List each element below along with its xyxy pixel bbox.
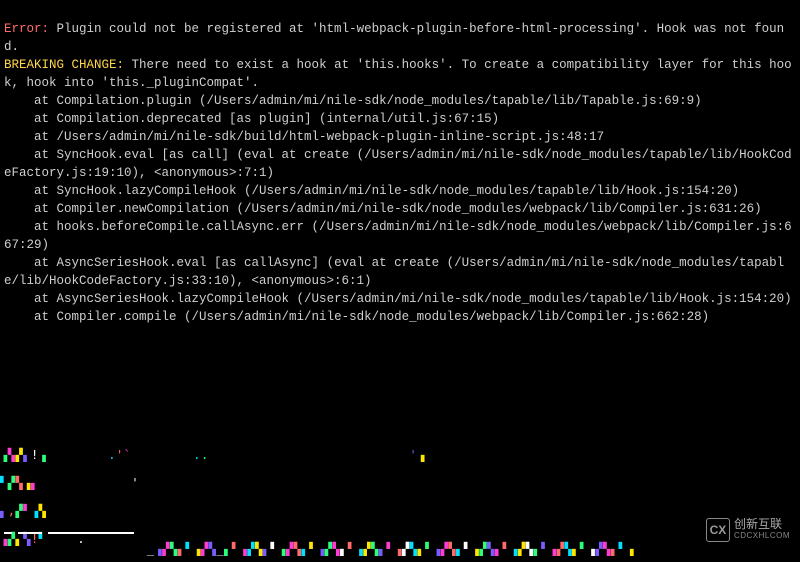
watermark-brand: 创新互联: [734, 518, 790, 530]
error-message: Plugin could not be registered at 'html-…: [4, 22, 784, 54]
compression-artifact-region: ▗▚▞▖!▗.........'`.......................…: [0, 446, 800, 562]
error-label: Error:: [4, 22, 49, 36]
stack-line: at AsyncSeriesHook.lazyCompileHook (/Use…: [4, 292, 792, 306]
terminal-output: Error: Plugin could not be registered at…: [4, 2, 796, 326]
stack-line: at SyncHook.lazyCompileHook (/Users/admi…: [4, 184, 739, 198]
watermark-logo-icon: CX: [706, 518, 730, 542]
breaking-change-label: BREAKING CHANGE:: [4, 58, 124, 72]
stack-line: at SyncHook.eval [as call] (eval at crea…: [4, 148, 792, 180]
stack-line: at Compilation.plugin (/Users/admin/mi/n…: [4, 94, 702, 108]
stack-line: at /Users/admin/mi/nile-sdk/build/html-w…: [4, 130, 604, 144]
stack-line: at Compilation.deprecated [as plugin] (i…: [4, 112, 499, 126]
stack-line: at Compiler.newCompilation (/Users/admin…: [4, 202, 762, 216]
watermark-domain: CDCXHLCOM: [734, 530, 790, 542]
stack-line: at hooks.beforeCompile.callAsync.err (/U…: [4, 220, 792, 252]
stack-line: at AsyncSeriesHook.eval [as callAsync] (…: [4, 256, 784, 288]
watermark: CX 创新互联 CDCXHLCOM: [702, 516, 794, 544]
stack-line: at Compiler.compile (/Users/admin/mi/nil…: [4, 310, 709, 324]
